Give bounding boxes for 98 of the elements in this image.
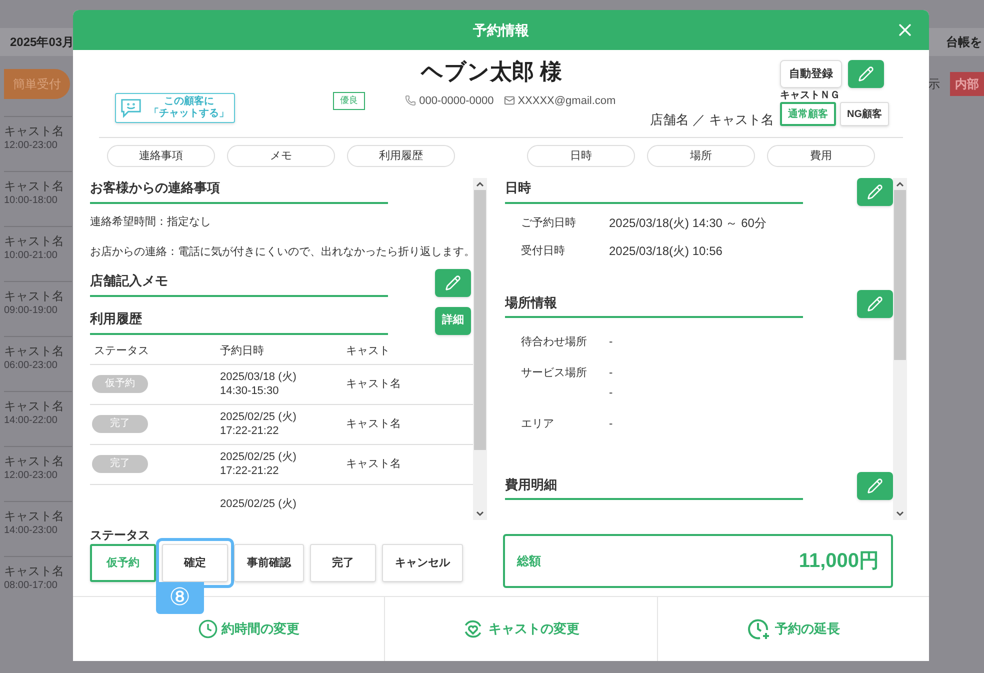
ledger-button[interactable]: 台帳を bbox=[946, 33, 982, 51]
edit-button[interactable] bbox=[435, 268, 471, 296]
chat-smile-icon bbox=[120, 98, 142, 118]
staff-hours: 14:00-22:00 bbox=[4, 414, 58, 428]
history-cast: キャスト名 bbox=[346, 376, 401, 392]
month-label: 2025年03月 bbox=[10, 34, 74, 51]
field-label: ご予約日時 bbox=[521, 216, 577, 231]
section-title: お客様からの連絡事項 bbox=[90, 178, 388, 204]
scrollbar-thumb[interactable] bbox=[894, 190, 906, 360]
history-date: 2025/02/25 (火) bbox=[220, 450, 298, 464]
staff-name: キャスト名 bbox=[4, 508, 65, 524]
field-value: 2025/03/18(火) 14:30 ～ 60分 bbox=[609, 215, 766, 232]
column-header: 予約日時 bbox=[220, 344, 265, 359]
scroll-down-icon bbox=[476, 511, 484, 517]
email-address: XXXXX@gmail.com bbox=[518, 94, 616, 108]
section-tab[interactable]: 費用 bbox=[767, 145, 875, 167]
contact-text: 連絡希望時間：指定なし bbox=[90, 214, 212, 230]
pencil-icon bbox=[858, 66, 874, 82]
edit-button[interactable] bbox=[848, 60, 884, 88]
clock-icon bbox=[198, 619, 218, 639]
contact-text: お店からの連絡：電話に気が付きにくいので、出れなかったら折り返します。 bbox=[90, 244, 473, 260]
history-time: 17:22-21:22 bbox=[220, 464, 280, 478]
history-cast: キャスト名 bbox=[346, 416, 401, 432]
field-value: - bbox=[609, 386, 613, 401]
section-tab[interactable]: メモ bbox=[227, 145, 335, 167]
field-label: エリア bbox=[521, 416, 555, 432]
section-tab[interactable]: 連絡事項 bbox=[107, 145, 215, 167]
history-cast: キャスト名 bbox=[346, 456, 401, 472]
cast-ng-label: キャストＮＧ bbox=[780, 90, 840, 102]
staff-name: キャスト名 bbox=[4, 178, 65, 194]
staff-hours: 12:00-23:00 bbox=[4, 139, 58, 153]
status-button[interactable]: 完了 bbox=[310, 544, 376, 582]
scrollbar-thumb[interactable] bbox=[474, 190, 486, 450]
field-value: - bbox=[609, 416, 613, 432]
scroll-up-icon bbox=[896, 181, 904, 187]
pencil-icon bbox=[867, 184, 883, 200]
edit-button[interactable] bbox=[857, 290, 893, 318]
step-number: ⑧ bbox=[156, 582, 204, 614]
history-time: 14:30-15:30 bbox=[220, 384, 280, 398]
staff-name: キャスト名 bbox=[4, 123, 65, 139]
staff-hours: 06:00-23:00 bbox=[4, 359, 58, 373]
staff-hours: 10:00-18:00 bbox=[4, 194, 58, 208]
dialog-title: 予約情報 bbox=[473, 20, 529, 40]
status-button[interactable]: キャンセル bbox=[382, 544, 463, 582]
status-pill: 仮予約 bbox=[92, 375, 148, 393]
rank-badge: 優良 bbox=[333, 92, 366, 110]
staff-hours: 08:00-17:00 bbox=[4, 579, 58, 593]
pencil-icon bbox=[867, 478, 883, 494]
section-tab[interactable]: 場所 bbox=[647, 145, 755, 167]
field-label: 受付日時 bbox=[521, 244, 566, 259]
clock-plus-icon bbox=[746, 617, 771, 641]
staff-name: キャスト名 bbox=[4, 233, 65, 249]
customer-name: ヘブン太郎 様 bbox=[420, 58, 562, 86]
staff-name: キャスト名 bbox=[4, 563, 65, 579]
field-value: - bbox=[609, 335, 613, 350]
field-label: サービス場所 bbox=[521, 366, 588, 380]
history-time: 17:22-21:22 bbox=[220, 424, 280, 438]
phone-number: 000-0000-0000 bbox=[419, 94, 494, 108]
pencil-icon bbox=[445, 274, 461, 290]
staff-name: キャスト名 bbox=[4, 343, 65, 359]
total-label: 総額 bbox=[517, 553, 541, 570]
column-header: ステータス bbox=[94, 344, 150, 359]
staff-name: キャスト名 bbox=[4, 453, 65, 469]
status-pill: 完了 bbox=[92, 455, 148, 473]
history-date: 2025/02/25 (火) bbox=[220, 410, 298, 424]
phone-icon bbox=[405, 95, 416, 106]
auto-register-button[interactable]: 自動登録 bbox=[780, 60, 842, 88]
staff-hours: 12:00-23:00 bbox=[4, 469, 58, 483]
scroll-up-icon bbox=[476, 181, 484, 187]
staff-hours: 14:00-23:00 bbox=[4, 524, 58, 538]
status-label: ステータス bbox=[90, 528, 151, 542]
edit-button[interactable] bbox=[857, 472, 893, 500]
column-header: キャスト bbox=[346, 344, 390, 359]
section-title: 店舗記入メモ bbox=[90, 271, 388, 296]
status-button[interactable]: 事前確認 bbox=[234, 544, 304, 582]
staff-hours: 09:00-19:00 bbox=[4, 304, 58, 318]
field-value: - bbox=[609, 366, 613, 380]
store-cast-label: 店舗名 ／ キャスト名 bbox=[650, 110, 774, 128]
section-title: 費用明細 bbox=[505, 474, 803, 500]
field-label: 待合わせ場所 bbox=[521, 335, 588, 350]
staff-name: キャスト名 bbox=[4, 288, 65, 304]
mail-icon bbox=[504, 95, 515, 106]
staff-hours: 10:00-21:00 bbox=[4, 249, 58, 263]
edit-button[interactable] bbox=[857, 178, 893, 206]
staff-name: キャスト名 bbox=[4, 398, 65, 414]
section-tab[interactable]: 利用履歴 bbox=[347, 145, 455, 167]
status-button[interactable]: 確定 bbox=[162, 544, 228, 582]
history-date: 2025/02/25 (火) bbox=[220, 497, 298, 511]
scroll-down-icon bbox=[896, 511, 904, 517]
history-date: 2025/03/18 (火) bbox=[220, 370, 298, 384]
field-value: 2025/03/18(火) 10:56 bbox=[609, 243, 722, 260]
section-tab[interactable]: 日時 bbox=[527, 145, 635, 167]
pencil-icon bbox=[867, 296, 883, 312]
section-title: 日時 bbox=[505, 178, 803, 204]
ng-option[interactable]: NG顧客 bbox=[840, 102, 889, 126]
status-pill: 完了 bbox=[92, 415, 148, 433]
total-amount: 11,000円 bbox=[798, 549, 879, 574]
tab-label[interactable]: 示 bbox=[928, 75, 940, 93]
